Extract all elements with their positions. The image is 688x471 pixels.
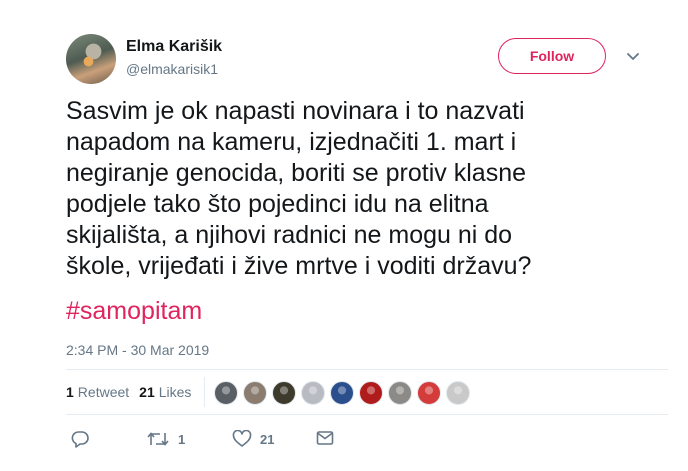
liker-avatar[interactable] <box>388 381 412 405</box>
stats-separator <box>204 377 205 407</box>
tweet-actions: 1 21 <box>66 430 366 454</box>
retweets-count: 1 <box>66 384 74 400</box>
liker-avatar[interactable] <box>272 381 296 405</box>
like-count: 21 <box>260 431 275 447</box>
divider <box>66 414 668 415</box>
likes-label: Likes <box>158 384 192 400</box>
retweet-icon <box>147 432 169 446</box>
likes-count: 21 <box>139 384 155 400</box>
heart-icon <box>232 430 252 447</box>
liker-avatar[interactable] <box>417 381 441 405</box>
liker-avatars <box>214 381 475 405</box>
tweet-timestamp[interactable]: 2:34 PM - 30 Mar 2019 <box>66 342 209 358</box>
liker-avatar[interactable] <box>330 381 354 405</box>
hashtag-link[interactable]: #samopitam <box>66 296 202 327</box>
likes-stat[interactable]: 21 Likes <box>139 384 191 400</box>
retweet-count: 1 <box>178 431 186 447</box>
liker-avatar[interactable] <box>243 381 267 405</box>
retweets-stat[interactable]: 1 Retweet <box>66 384 129 400</box>
retweet-button[interactable]: 1 <box>146 430 185 448</box>
tweet-text: Sasvim je ok napasti novinara i to nazva… <box>66 97 532 280</box>
direct-message-button[interactable] <box>316 430 334 446</box>
engagement-stats: 1 Retweet 21 Likes <box>66 384 201 400</box>
author-handle[interactable]: @elmakarisik1 <box>126 61 218 77</box>
like-button[interactable]: 21 <box>232 430 274 448</box>
avatar[interactable] <box>66 34 116 84</box>
author-name[interactable]: Elma Karišik <box>126 38 222 56</box>
liker-avatar[interactable] <box>359 381 383 405</box>
liker-avatar[interactable] <box>214 381 238 405</box>
divider <box>66 369 668 370</box>
follow-button[interactable]: Follow <box>498 38 606 74</box>
reply-icon <box>71 431 89 448</box>
liker-avatar[interactable] <box>301 381 325 405</box>
reply-button[interactable] <box>70 430 90 448</box>
tweet-card: Elma Karišik @elmakarisik1 Follow Sasvim… <box>0 0 688 471</box>
liker-avatar[interactable] <box>446 381 470 405</box>
chevron-down-icon[interactable] <box>626 52 640 62</box>
retweets-label: Retweet <box>77 384 130 400</box>
envelope-icon <box>316 431 334 445</box>
